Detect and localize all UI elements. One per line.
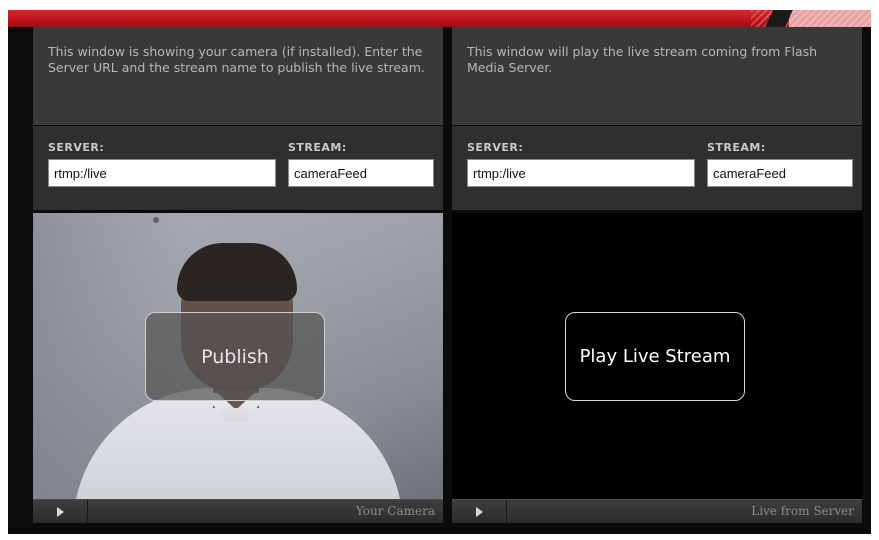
player-stream-input[interactable] [707,159,853,187]
play-live-stream-button[interactable]: Play Live Stream [565,312,745,401]
publisher-description-box: This window is showing your camera (if i… [33,27,443,125]
publisher-server-input[interactable] [48,159,276,187]
publisher-panel: This window is showing your camera (if i… [33,27,443,523]
camera-video: Publish [33,213,443,499]
play-icon [475,506,483,517]
top-brand-bar [8,10,871,27]
publisher-play-button[interactable] [33,500,88,523]
publisher-description: This window is showing your camera (if i… [48,44,425,75]
live-stream-video: Play Live Stream [452,213,862,499]
player-description: This window will play the live stream co… [467,44,818,75]
player-description-box: This window will play the live stream co… [452,27,862,125]
publisher-server-label: SERVER: [48,141,105,154]
camera-person-hair [177,243,297,301]
publisher-footer-label: Your Camera [355,504,435,518]
camera-wall-dot [153,217,159,223]
player-server-label: SERVER: [467,141,524,154]
player-panel: This window will play the live stream co… [452,27,862,523]
player-play-button[interactable] [452,500,507,523]
publish-button[interactable]: Publish [145,312,325,401]
player-stream-label: STREAM: [707,141,766,154]
publisher-fields: SERVER: STREAM: [33,126,443,210]
publisher-stream-input[interactable] [288,159,434,187]
player-fields: SERVER: STREAM: [452,126,862,210]
play-icon [56,506,64,517]
brand-stripe-decoration [751,10,871,27]
player-server-input[interactable] [467,159,695,187]
player-control-bar: Live from Server [452,499,862,523]
app-window: This window is showing your camera (if i… [8,10,871,534]
publisher-stream-label: STREAM: [288,141,347,154]
player-footer-label: Live from Server [751,504,854,518]
publisher-control-bar: Your Camera [33,499,443,523]
